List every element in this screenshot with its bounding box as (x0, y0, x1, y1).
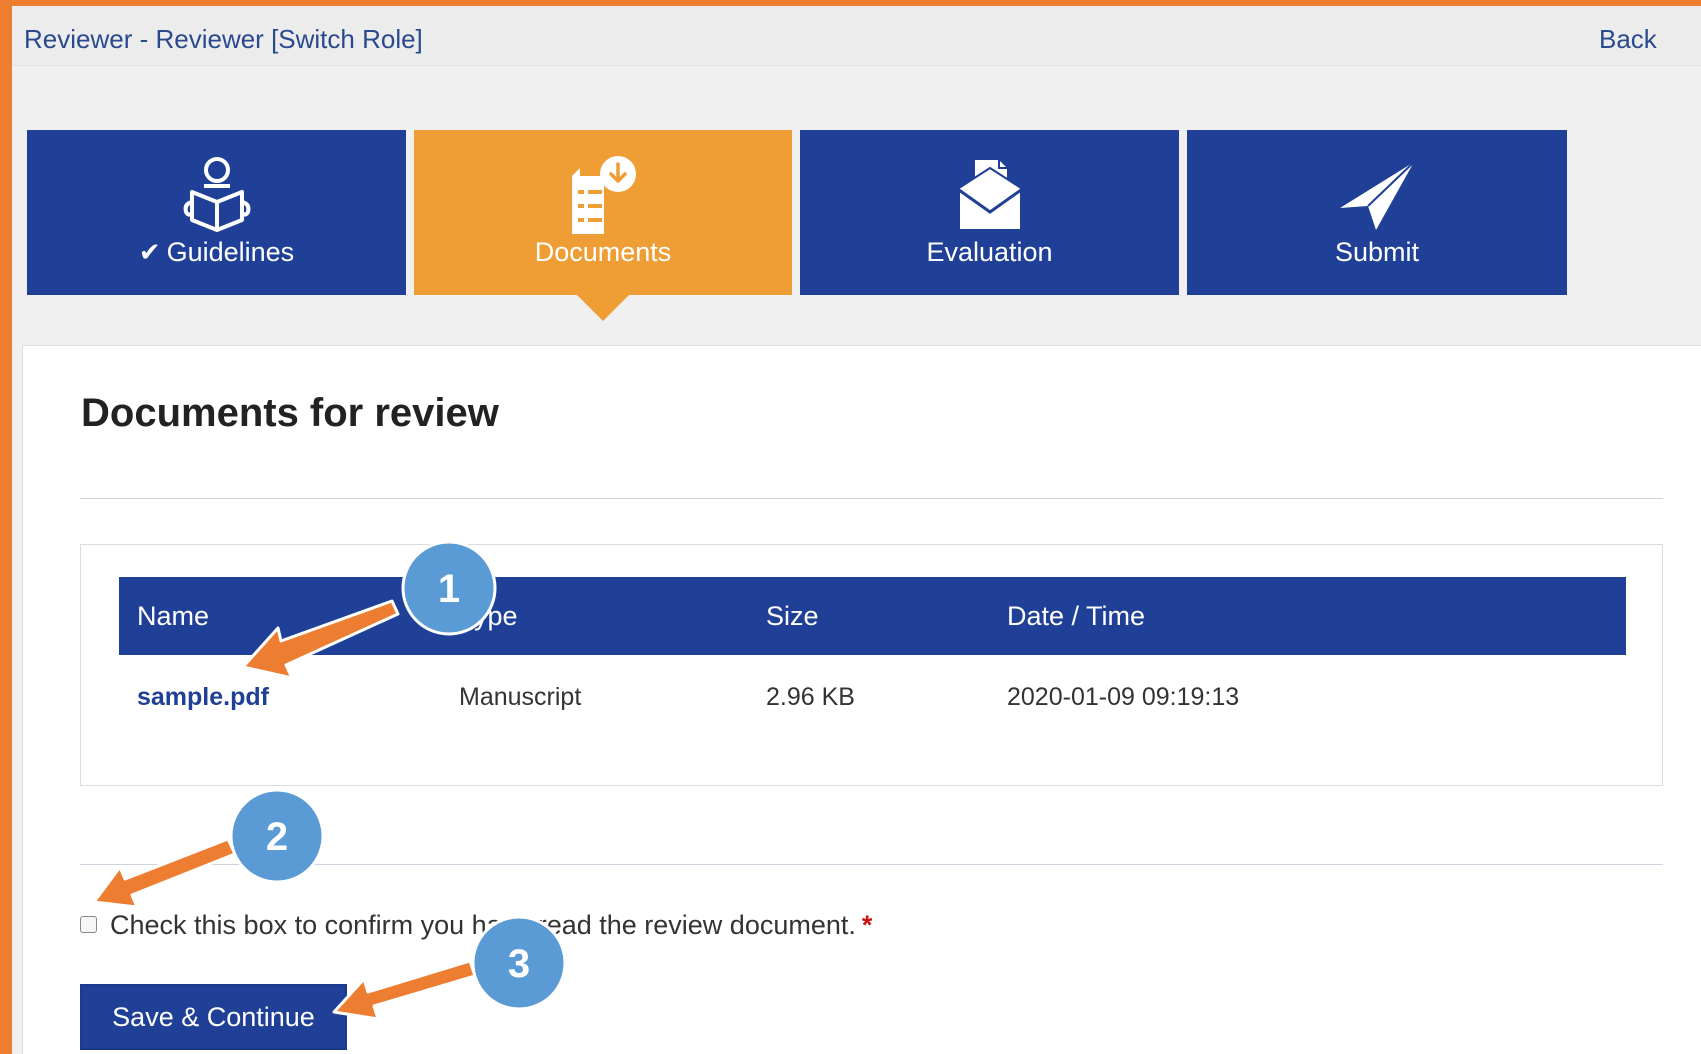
save-continue-button[interactable]: Save & Continue (80, 984, 347, 1050)
required-asterisk: * (861, 910, 873, 940)
step-label-guidelines: Guidelines (166, 237, 295, 267)
documents-panel: Documents for review Name Type Size Date… (22, 345, 1701, 1054)
page-title: Documents for review (81, 391, 499, 435)
paper-plane-icon (1340, 161, 1415, 230)
document-link[interactable]: sample.pdf (137, 683, 269, 712)
documents-table-box: Name Type Size Date / Time sample.pdf Ma… (80, 544, 1663, 786)
role-title[interactable]: Reviewer - Reviewer [Switch Role] (24, 24, 423, 55)
envelope-document-icon (957, 160, 1022, 231)
step-evaluation[interactable]: Evaluation (800, 130, 1179, 295)
active-step-pointer (577, 295, 629, 321)
reader-book-icon (183, 157, 250, 232)
step-label-submit: Submit (1334, 237, 1420, 267)
column-header-size: Size (766, 601, 819, 631)
step-submit[interactable]: Submit (1187, 130, 1567, 295)
document-download-icon (572, 156, 636, 234)
table-header: Name Type Size Date / Time (119, 577, 1626, 655)
confirm-read-checkbox[interactable] (80, 916, 97, 933)
column-header-type: Type (459, 601, 518, 631)
confirm-read-label[interactable]: Check this box to confirm you have read … (110, 910, 872, 941)
step-navigation: ✔ Guidelines Documents Evaluation Submit (12, 130, 1701, 321)
divider (80, 864, 1663, 865)
step-documents[interactable]: Documents (414, 130, 792, 321)
top-bar: Reviewer - Reviewer [Switch Role] Back (12, 6, 1701, 66)
step-label-evaluation: Evaluation (926, 237, 1053, 267)
document-datetime: 2020-01-09 09:19:13 (1007, 683, 1240, 711)
document-size: 2.96 KB (766, 683, 855, 711)
column-header-datetime: Date / Time (1007, 601, 1146, 631)
checkmark-icon: ✔ (138, 237, 161, 267)
document-type: Manuscript (459, 683, 582, 711)
column-header-name: Name (137, 601, 210, 631)
divider (80, 498, 1663, 499)
window-frame: Reviewer - Reviewer [Switch Role] Back ✔… (0, 0, 1701, 1054)
table-row: sample.pdf Manuscript 2.96 KB 2020-01-09… (119, 655, 1626, 735)
back-link[interactable]: Back (1599, 24, 1657, 55)
step-guidelines[interactable]: ✔ Guidelines (27, 130, 406, 295)
step-label-documents: Documents (534, 237, 672, 267)
